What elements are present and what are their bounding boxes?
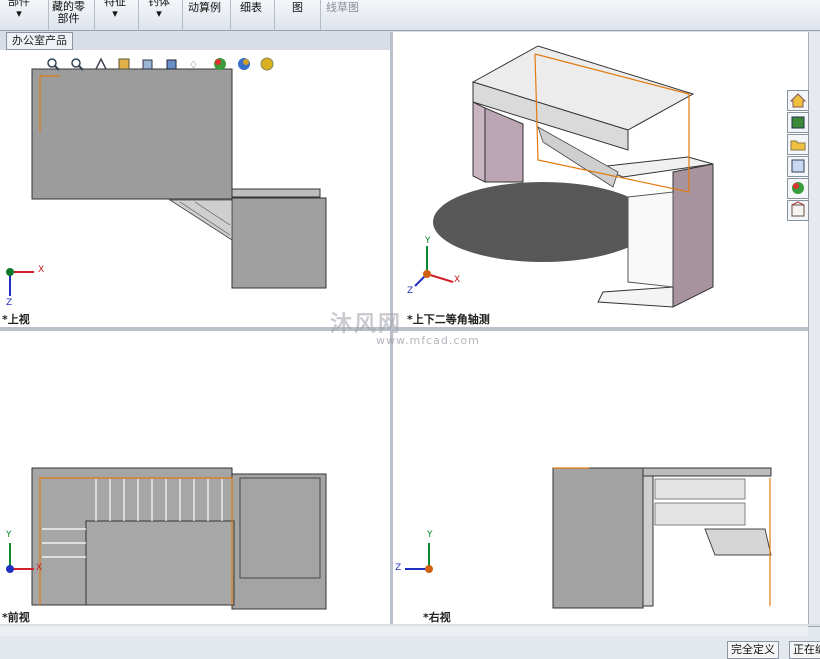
tb-bom-button[interactable]: 细表 [240,2,262,14]
viewport-right-label: *右视 [423,611,451,624]
zoom-to-fit-icon[interactable] [46,57,60,71]
design-library-icon[interactable] [787,112,809,133]
tb-group-6: 细表 [230,0,275,30]
tb-hidden-parts-button[interactable]: 藏的零 部件 [52,1,85,25]
tb-group-2: 藏的零 部件 [48,0,95,30]
viewport-front-label: *前视 [2,611,30,624]
x-axis-label-front: X [36,563,43,573]
tb-group-5: 动算例 [182,0,231,30]
command-toolbar: 部件 ▾ 藏的零 部件 特征 ▾ 钓体 ▾ 动算例 细表 图 线草图 [0,0,820,31]
y-axis-label-iso: Y [425,236,431,246]
y-axis-label-right: Y [427,530,433,540]
x-axis-label: X [38,265,45,275]
view-settings-icon[interactable] [260,57,274,71]
previous-view-icon[interactable] [94,56,108,71]
document-tab[interactable]: 办公室产品 [6,32,73,50]
viewport-iso-label: *上下二等角轴测 [407,313,490,326]
tb-features-button[interactable]: 特征 ▾ [104,0,126,20]
y-axis-label-front: Y [6,530,12,540]
viewport-isometric[interactable]: Y X Z *上下二等角轴测 [393,32,808,327]
tb-motion-study-button[interactable]: 动算例 [188,2,221,14]
viewport-top[interactable]: X Z *上视 [0,50,390,327]
x-axis-label-iso: X [454,275,461,285]
custom-properties-icon[interactable] [787,200,809,221]
viewport-right[interactable]: Y Z *右视 [393,331,808,624]
edit-appearance-icon[interactable] [213,57,227,71]
viewport-top-label: *上视 [2,313,30,326]
tb-group-8: 线草图 [320,0,366,30]
task-pane [808,32,820,624]
z-axis-label-right: Z [395,563,402,573]
zoom-area-icon[interactable] [70,57,84,71]
status-editing: 正在编 [789,641,820,659]
home-icon[interactable] [787,90,809,111]
tb-sketch-button[interactable]: 线草图 [326,2,359,14]
file-explorer-icon[interactable] [787,134,809,155]
watermark-url: www.mfcad.com [376,334,480,347]
apply-scene-icon[interactable] [237,57,251,71]
heads-up-view-toolbar: ♢ [46,56,280,74]
status-definition: 完全定义 [727,641,779,659]
viewport-front[interactable]: Y X *前视 [0,331,390,624]
tb-drawing-button[interactable]: 图 [292,2,303,14]
z-axis-label: Z [6,298,13,308]
tb-body-button[interactable]: 钓体 ▾ [148,0,170,20]
right-view-model [405,467,772,609]
tb-group-4: 钓体 ▾ [138,0,183,30]
tb-parts-button[interactable]: 部件 ▾ [8,0,30,20]
hide-show-items-icon[interactable]: ♢ [189,57,203,71]
horizontal-scrollbar[interactable] [0,626,808,636]
viewport-splitter-horizontal[interactable] [0,327,808,331]
appearances-icon[interactable] [787,178,809,199]
front-view-model [6,467,327,610]
view-orientation-icon[interactable] [141,57,155,71]
view-palette-icon[interactable] [787,156,809,177]
svg-text:♢: ♢ [189,60,198,71]
z-axis-label-iso: Z [407,286,414,296]
tb-group-1: 部件 ▾ [0,0,49,30]
tb-group-7: 图 [274,0,321,30]
display-style-icon[interactable] [165,57,179,71]
section-view-icon[interactable] [117,57,131,71]
tb-group-3: 特征 ▾ [94,0,139,30]
top-view-model [6,68,327,296]
